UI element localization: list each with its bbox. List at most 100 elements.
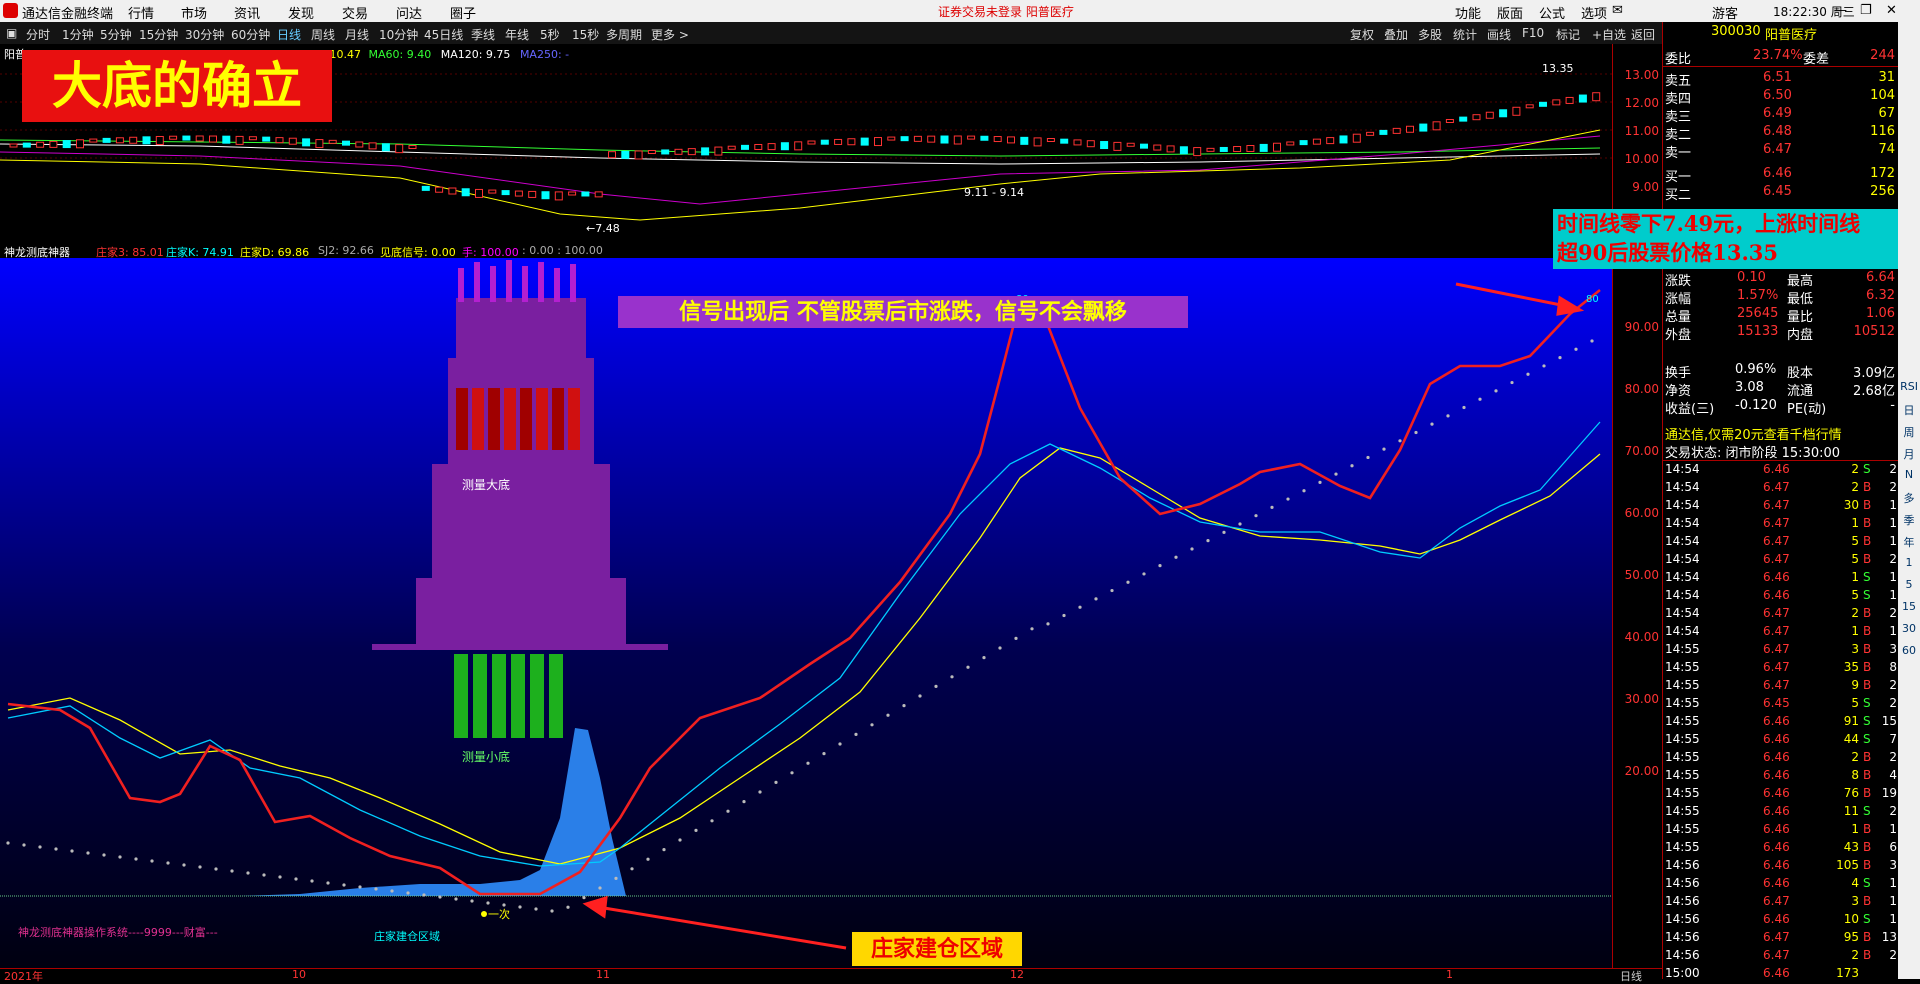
menu-item-news[interactable]: 资讯 (234, 3, 260, 22)
tick-row[interactable]: 14:55 6.47 9 B 2 (1663, 678, 1899, 696)
tool-overlay[interactable]: 叠加 (1384, 26, 1408, 43)
period-multi[interactable]: 多周期 (606, 26, 642, 43)
tick-row[interactable]: 14:55 6.46 1 B 1 (1663, 822, 1899, 840)
tool-stats[interactable]: 统计 (1453, 26, 1477, 43)
side-tool-1[interactable]: 日 (1900, 402, 1918, 418)
tick-row[interactable]: 14:54 6.47 5 B 1 (1663, 534, 1899, 552)
toggle-panel-icon[interactable]: ▣ (6, 26, 17, 40)
period-45day[interactable]: 45日线 (424, 26, 463, 43)
side-tool-3[interactable]: 月 (1900, 446, 1918, 462)
menu-item-market[interactable]: 市场 (181, 3, 207, 22)
side-tool-5[interactable]: 多 (1900, 490, 1918, 506)
tool-draw[interactable]: 画线 (1487, 26, 1511, 43)
tool-mark[interactable]: 标记 (1556, 26, 1580, 43)
tool-adjust[interactable]: 复权 (1350, 26, 1374, 43)
tick-row[interactable]: 14:56 6.47 3 B 1 (1663, 894, 1899, 912)
period-15s[interactable]: 15秒 (572, 26, 599, 43)
stat-label: 外盘 (1665, 328, 1692, 343)
tick-row[interactable]: 14:54 6.47 1 B 1 (1663, 624, 1899, 642)
tick-row[interactable]: 14:55 6.46 44 S 7 (1663, 732, 1899, 750)
tick-row[interactable]: 14:54 6.47 30 B 1 (1663, 498, 1899, 516)
promo-label[interactable]: 通达信,仅需20元查看千档行情 (1665, 424, 1842, 443)
tick-row[interactable]: 14:56 6.46 105 B 3 (1663, 858, 1899, 876)
menu-item-function[interactable]: 功能 (1455, 3, 1481, 22)
tick-row[interactable]: 14:56 6.47 2 B 2 (1663, 948, 1899, 966)
side-tool-10[interactable]: 15 (1900, 600, 1918, 613)
mail-icon[interactable]: ✉ (1612, 3, 1623, 18)
menu-item-discover[interactable]: 发现 (288, 3, 314, 22)
indicator-chart[interactable]: 测量大底 测量小底 庄家建仓区域 一次 80 80 神龙测底神器操作系统----… (0, 258, 1612, 968)
tick-row[interactable]: 14:56 6.46 10 S 1 (1663, 912, 1899, 930)
side-tool-0[interactable]: RSI (1900, 380, 1918, 393)
menu-item-quotes[interactable]: 行情 (128, 3, 154, 22)
side-tool-11[interactable]: 30 (1900, 622, 1918, 635)
tick-row[interactable]: 14:55 6.46 11 S 2 (1663, 804, 1899, 822)
period-monthly[interactable]: 月线 (345, 26, 369, 43)
candle (1406, 125, 1414, 133)
side-tool-4[interactable]: N (1900, 468, 1918, 481)
period-10min[interactable]: 10分钟 (379, 26, 418, 43)
tick-volume: 1 (1851, 516, 1859, 530)
close-icon[interactable]: ✕ (1886, 3, 1897, 18)
period-5min[interactable]: 5分钟 (100, 26, 132, 43)
period-15min[interactable]: 15分钟 (139, 26, 178, 43)
tick-row[interactable]: 14:54 6.46 5 S 1 (1663, 588, 1899, 606)
tick-row[interactable]: 14:55 6.47 3 B 3 (1663, 642, 1899, 660)
weibi-row: 委比 23.74% 委差 244 (1663, 48, 1899, 67)
tool-back[interactable]: 返回 (1631, 26, 1655, 43)
guest-label[interactable]: 游客 (1712, 3, 1738, 22)
tick-time: 14:55 (1665, 732, 1700, 746)
sj2-dot (1494, 389, 1498, 393)
period-quarterly[interactable]: 季线 (471, 26, 495, 43)
candle (1193, 147, 1202, 157)
candle (1033, 137, 1042, 147)
tick-row[interactable]: 14:55 6.46 76 B 19 (1663, 786, 1899, 804)
tool-add-watchlist[interactable]: +自选 (1592, 26, 1626, 43)
period-yearly[interactable]: 年线 (505, 26, 529, 43)
candle (647, 150, 656, 155)
tick-row[interactable]: 14:56 6.47 95 B 13 (1663, 930, 1899, 948)
period-30min[interactable]: 30分钟 (185, 26, 224, 43)
period-daily[interactable]: 日线 (277, 26, 301, 43)
tick-row[interactable]: 14:55 6.45 5 S 2 (1663, 696, 1899, 714)
tick-row[interactable]: 14:56 6.46 4 S 1 (1663, 876, 1899, 894)
side-tool-2[interactable]: 周 (1900, 424, 1918, 440)
restore-icon[interactable]: ❐ (1860, 3, 1872, 18)
tick-count: 4 (1889, 768, 1897, 782)
menu-item-wenda[interactable]: 问达 (396, 3, 422, 22)
side-tool-12[interactable]: 60 (1900, 644, 1918, 657)
osc-tick: 80.00 (1624, 382, 1659, 396)
tick-row[interactable]: 14:55 6.47 35 B 8 (1663, 660, 1899, 678)
tick-row[interactable]: 14:54 6.47 5 B 2 (1663, 552, 1899, 570)
menu-item-formula[interactable]: 公式 (1539, 3, 1565, 22)
tool-multi-stock[interactable]: 多股 (1418, 26, 1442, 43)
side-tool-9[interactable]: 5 (1900, 578, 1918, 591)
menu-item-options[interactable]: 选项 (1581, 3, 1607, 22)
period-fenshi[interactable]: 分时 (26, 26, 50, 43)
tick-row[interactable]: 14:55 6.46 2 B 2 (1663, 750, 1899, 768)
tick-row[interactable]: 14:54 6.46 1 S 1 (1663, 570, 1899, 588)
tick-row[interactable]: 15:00 6.46 173 (1663, 966, 1899, 984)
menu-item-trade[interactable]: 交易 (342, 3, 368, 22)
tick-row[interactable]: 14:54 6.47 2 B 2 (1663, 480, 1899, 498)
tick-row[interactable]: 14:54 6.47 1 B 1 (1663, 516, 1899, 534)
minimize-icon[interactable]: — (1834, 3, 1847, 18)
period-weekly[interactable]: 周线 (311, 26, 335, 43)
period-5s[interactable]: 5秒 (540, 26, 560, 43)
tick-row[interactable]: 14:55 6.46 43 B 6 (1663, 840, 1899, 858)
tick-row[interactable]: 14:54 6.46 2 S 2 (1663, 462, 1899, 480)
tick-row[interactable]: 14:55 6.46 91 S 15 (1663, 714, 1899, 732)
side-tool-7[interactable]: 年 (1900, 534, 1918, 550)
side-tool-6[interactable]: 季 (1900, 512, 1918, 528)
menu-item-circle[interactable]: 圈子 (450, 3, 476, 22)
promo-text[interactable]: 通达信,仅需20元查看千档行情 (1663, 424, 1899, 443)
tick-row[interactable]: 14:55 6.46 8 B 4 (1663, 768, 1899, 786)
login-status[interactable]: 证券交易未登录 阳普医疗 (938, 3, 1074, 20)
menu-item-layout[interactable]: 版面 (1497, 3, 1523, 22)
tool-f10[interactable]: F10 (1522, 26, 1544, 40)
side-tool-8[interactable]: 1 (1900, 556, 1918, 569)
period-more[interactable]: 更多 > (651, 26, 689, 43)
period-60min[interactable]: 60分钟 (231, 26, 270, 43)
tick-row[interactable]: 14:54 6.47 2 B 2 (1663, 606, 1899, 624)
period-1min[interactable]: 1分钟 (62, 26, 94, 43)
